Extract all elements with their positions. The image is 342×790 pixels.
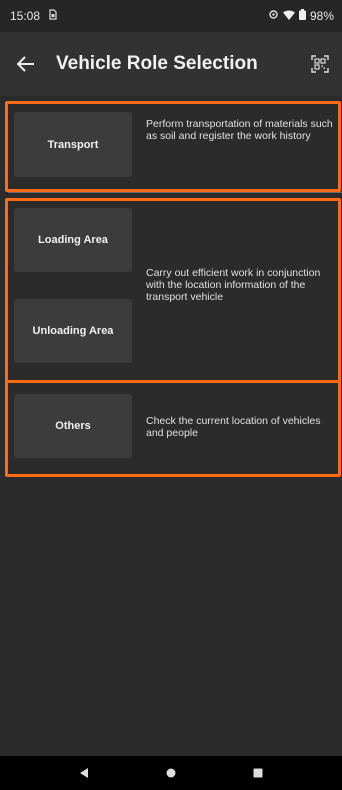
status-bar: 15:08 98%: [0, 0, 342, 32]
nav-recents-button[interactable]: [248, 763, 268, 783]
area-description: Carry out efficient work in conjunction …: [146, 267, 321, 303]
nav-back-icon: [79, 768, 88, 778]
app-bar: Vehicle Role Selection: [0, 32, 342, 96]
battery-icon: [298, 9, 306, 23]
back-arrow-icon: [17, 56, 34, 72]
transport-button[interactable]: Transport: [14, 112, 132, 177]
location-icon: [268, 9, 279, 23]
sim-icon: [48, 9, 58, 23]
nav-recents-icon: [253, 768, 263, 778]
status-time: 15:08: [10, 9, 41, 23]
battery-level: 98%: [309, 9, 334, 23]
nav-home-icon: [166, 768, 176, 778]
nav-back-button[interactable]: [74, 763, 94, 783]
nav-home-button[interactable]: [161, 763, 181, 783]
others-button[interactable]: Others: [14, 394, 132, 458]
qr-scan-button[interactable]: [308, 52, 332, 76]
navigation-bar: [0, 756, 342, 790]
wifi-icon: [282, 9, 295, 23]
others-description: Check the current location of vehicles a…: [146, 415, 321, 439]
transport-description: Perform transportation of materials such…: [146, 118, 333, 142]
divider: [8, 192, 342, 193]
back-button[interactable]: [12, 50, 40, 78]
unloading-area-button[interactable]: Unloading Area: [14, 299, 132, 363]
qr-scan-icon: [311, 55, 329, 73]
page-title: Vehicle Role Selection: [56, 53, 258, 74]
loading-area-button[interactable]: Loading Area: [14, 208, 132, 272]
